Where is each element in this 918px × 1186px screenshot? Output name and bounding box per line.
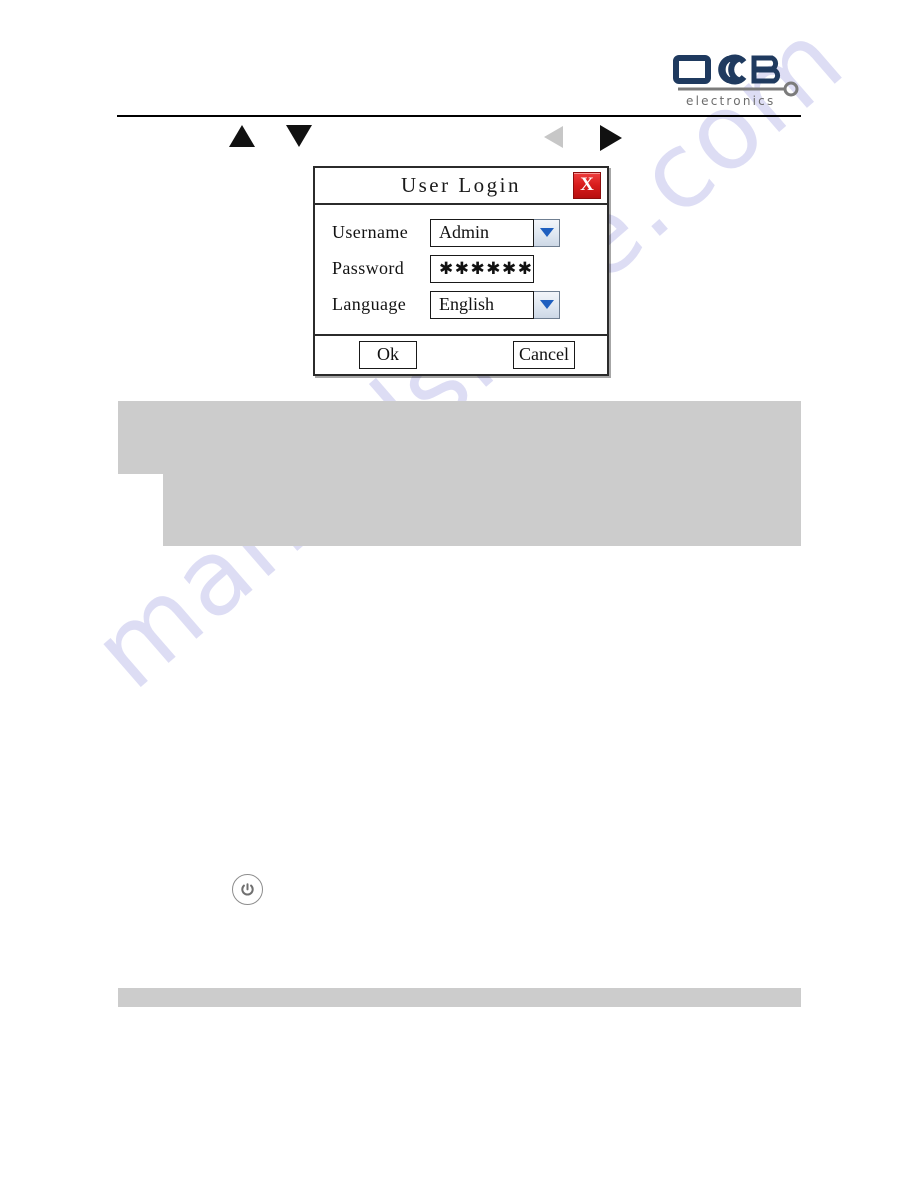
cancel-button[interactable]: Cancel (513, 341, 575, 369)
language-control: English (430, 290, 560, 319)
username-dropdown-button[interactable] (534, 218, 560, 247)
chevron-down-icon (539, 228, 554, 237)
language-label: Language (332, 294, 407, 314)
username-label: Username (332, 222, 409, 242)
close-icon[interactable]: X (573, 172, 601, 199)
password-control: ✱✱✱✱✱✱ (430, 254, 534, 283)
username-input[interactable]: Admin (430, 218, 534, 247)
password-field-row: Password ✱✱✱✱✱✱ (315, 252, 607, 285)
arrow-down-icon[interactable] (286, 125, 312, 147)
language-field-row: Language English (315, 288, 607, 321)
ocb-electronics-logo: electronics (672, 52, 802, 110)
redacted-footer-bar (118, 988, 801, 1007)
arrow-up-icon[interactable] (229, 125, 255, 147)
arrow-right-icon[interactable] (600, 125, 622, 151)
dialog-footer: Ok Cancel (315, 336, 607, 374)
redacted-paragraph-1 (118, 401, 801, 474)
dialog-title: User Login (400, 173, 522, 197)
header-rule (117, 115, 801, 117)
logo-svg: electronics (673, 54, 799, 108)
username-control: Admin (430, 218, 560, 247)
svg-text:electronics: electronics (686, 94, 775, 108)
ok-button[interactable]: Ok (359, 341, 417, 369)
user-login-dialog: User Login X Username Admin Password ✱✱✱… (313, 166, 609, 376)
chevron-down-icon (539, 300, 554, 309)
dialog-titlebar: User Login X (315, 168, 607, 205)
power-glyph (241, 883, 254, 896)
arrow-left-icon[interactable] (544, 126, 563, 148)
language-dropdown-button[interactable] (534, 290, 560, 319)
password-input[interactable]: ✱✱✱✱✱✱ (430, 254, 534, 283)
dialog-body: Username Admin Password ✱✱✱✱✱✱ Language (315, 205, 607, 336)
language-select[interactable]: English (430, 290, 534, 319)
document-page: manualshive.com electronics (0, 0, 918, 1186)
redacted-paragraph-2 (163, 474, 801, 546)
username-field-row: Username Admin (315, 216, 607, 249)
password-label: Password (332, 258, 405, 278)
power-icon (232, 874, 263, 905)
password-masked-value: ✱✱✱✱✱✱ (439, 258, 534, 278)
